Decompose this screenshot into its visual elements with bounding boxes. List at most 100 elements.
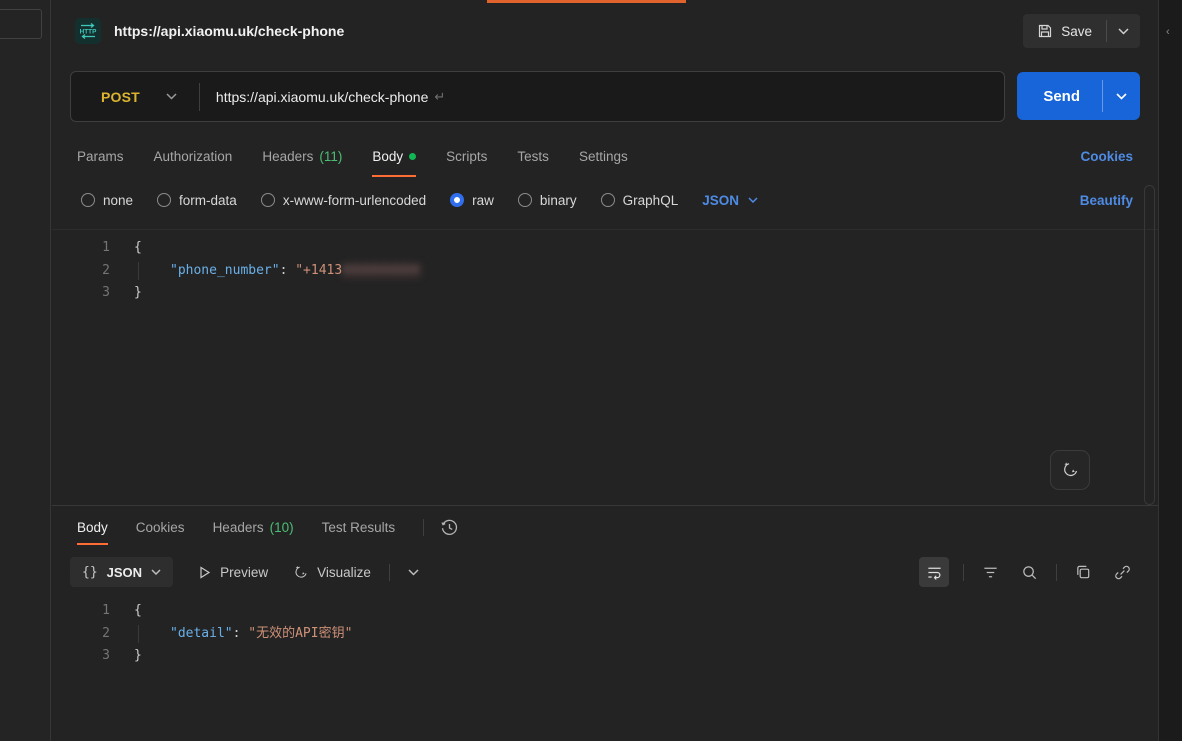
enter-key-hint: ↵ [434,89,445,105]
preview-label: Preview [220,565,268,580]
tab-tests-label: Tests [517,149,549,164]
body-mode-urlencoded[interactable]: x-www-form-urlencoded [261,193,426,208]
code-line: 1 { [52,600,1158,623]
tab-tests[interactable]: Tests [517,135,549,177]
line-number: 3 [52,645,110,668]
body-mode-form-data-label: form-data [179,193,237,208]
line-number: 2 [52,260,110,283]
code-line: 2 "phone_number": "+1413•••••••• [52,260,1158,283]
tab-scripts-label: Scripts [446,149,487,164]
copy-button[interactable] [1071,560,1096,585]
response-tab-cookies[interactable]: Cookies [136,506,185,548]
response-tab-test-results[interactable]: Test Results [322,506,396,548]
body-modified-dot [409,153,416,160]
url-input[interactable]: https://api.xiaomu.uk/check-phone ↵ [200,89,1004,105]
body-mode-none[interactable]: none [81,193,133,208]
send-options-chevron-icon[interactable] [1103,72,1140,120]
body-mode-graphql[interactable]: GraphQL [601,193,679,208]
body-mode-none-label: none [103,193,133,208]
line-number: 3 [52,282,110,305]
share-link-button[interactable] [1110,560,1135,585]
response-tab-test-results-label: Test Results [322,520,396,535]
body-mode-raw[interactable]: raw [450,193,494,208]
language-label: JSON [702,193,739,208]
left-sidebar-rail [0,0,51,741]
body-mode-form-data[interactable]: form-data [157,193,237,208]
save-icon [1037,23,1053,39]
code-line: 2 "detail": "无效的API密钥" [52,623,1158,646]
request-title: https://api.xiaomu.uk/check-phone [114,23,344,39]
svg-text:HTTP: HTTP [80,29,97,36]
request-body-editor[interactable]: 1 { 2 "phone_number": "+1413•••••••• 3 } [52,229,1158,505]
visualize-button[interactable]: Visualize [292,564,371,581]
radio-icon [261,193,275,207]
tab-authorization-label: Authorization [154,149,233,164]
send-button-group: Send [1017,72,1140,120]
chevron-down-icon [408,569,419,576]
code-line: 3 } [52,282,1158,305]
response-toolbar: {} JSON Preview Visualize [52,552,1158,592]
tab-authorization[interactable]: Authorization [154,135,233,177]
search-icon [1021,564,1038,581]
app-window: HTTP https://api.xiaomu.uk/check-phone [0,0,1182,741]
editor-scrollbar[interactable] [1144,185,1155,505]
radio-icon [81,193,95,207]
send-button[interactable]: Send [1017,72,1102,120]
filter-button[interactable] [978,560,1003,585]
indent-guide [138,262,139,281]
response-tab-headers[interactable]: Headers (10) [213,506,294,548]
braces-icon: {} [82,565,98,580]
code-text: { [110,237,142,260]
tab-body[interactable]: Body [372,135,416,177]
code-text: "detail": "无效的API密钥" [110,623,352,646]
chevron-down-icon [166,93,177,100]
separator [423,519,424,536]
collapse-panel-icon[interactable]: ‹ [1166,26,1170,38]
preview-play-icon [197,565,212,580]
tab-params-label: Params [77,149,124,164]
code-line: 1 { [52,237,1158,260]
response-tab-body[interactable]: Body [77,506,108,548]
tab-headers[interactable]: Headers (11) [262,135,342,177]
json-value: "+1413 [295,263,342,278]
main-panel: HTTP https://api.xiaomu.uk/check-phone [52,0,1158,741]
line-number: 1 [52,237,110,260]
search-button[interactable] [1017,560,1042,585]
line-number: 1 [52,600,110,623]
save-options-chevron-icon[interactable] [1107,14,1140,48]
separator [389,564,390,581]
beautify-link[interactable]: Beautify [1080,193,1133,208]
radio-icon [157,193,171,207]
separator [963,564,964,581]
json-key: "detail" [170,626,233,641]
tab-params[interactable]: Params [77,135,124,177]
method-label: POST [101,89,140,105]
save-label: Save [1061,24,1092,39]
response-history-button[interactable] [436,514,463,541]
postbot-button[interactable] [1050,450,1090,490]
wrap-text-icon [926,564,943,581]
body-mode-graphql-label: GraphQL [623,193,679,208]
request-tabs: Params Authorization Headers (11) Body S… [52,135,1158,177]
preview-button[interactable]: Preview [197,565,268,580]
chevron-down-icon [151,569,161,575]
body-mode-binary-label: binary [540,193,577,208]
body-mode-binary[interactable]: binary [518,193,577,208]
response-header-row: Body Cookies Headers (10) Test Results 4… [52,506,1158,548]
response-body-editor[interactable]: 1 { 2 "detail": "无效的API密钥" 3 } [52,594,1158,741]
toolbar-expand-chevron[interactable] [404,565,423,580]
method-selector[interactable]: POST [71,72,199,121]
radio-checked-icon [450,193,464,207]
response-headers-count-badge: (10) [270,520,294,535]
right-sidebar-rail: ‹ [1158,0,1182,741]
wrap-text-button[interactable] [919,557,949,587]
cookies-link[interactable]: Cookies [1080,149,1133,164]
response-tab-body-label: Body [77,520,108,535]
language-selector[interactable]: JSON [702,193,758,208]
tab-settings[interactable]: Settings [579,135,628,177]
json-separator: : [233,626,249,641]
response-format-selector[interactable]: {} JSON [70,557,173,587]
save-button[interactable]: Save [1023,14,1106,48]
tab-body-label: Body [372,149,403,164]
tab-scripts[interactable]: Scripts [446,135,487,177]
